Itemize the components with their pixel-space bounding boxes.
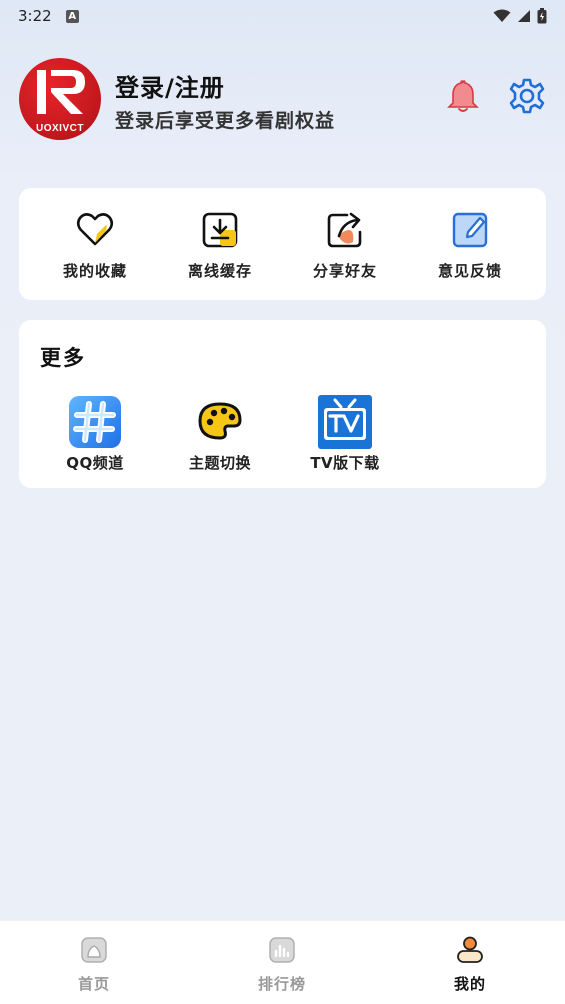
tv-icon	[318, 395, 372, 449]
heart-icon	[76, 213, 114, 246]
tv-download-label: TV版下载	[310, 454, 380, 472]
feedback-button[interactable]: 意见反馈	[415, 210, 525, 286]
share-icon	[327, 212, 362, 248]
share-friends-button[interactable]: 分享好友	[290, 210, 400, 286]
brand-logo-icon	[37, 70, 85, 114]
qq-channel-icon	[69, 396, 121, 448]
theme-switch-button[interactable]: 主题切换	[165, 394, 275, 473]
home-icon	[81, 937, 107, 963]
feedback-icon	[452, 212, 488, 248]
avatar-brand-text: UOXIVCT	[36, 123, 84, 134]
qq-channel-button[interactable]: QQ频道	[40, 394, 150, 473]
more-card: 更多 QQ频道 主题切换 TV版下载	[19, 320, 546, 488]
profile-header: UOXIVCT 登录/注册 登录后享受更多看剧权益	[19, 58, 546, 142]
nav-profile-label: 我的	[453, 975, 486, 993]
bell-icon[interactable]	[447, 80, 479, 114]
wifi-icon	[493, 9, 511, 22]
avatar[interactable]: UOXIVCT	[19, 58, 101, 140]
battery-icon	[537, 8, 547, 24]
notification-icon: A	[65, 9, 79, 23]
nav-home-label: 首页	[77, 975, 110, 993]
status-left: 3:22 A	[18, 7, 79, 25]
feedback-label: 意见反馈	[437, 262, 502, 280]
share-friends-label: 分享好友	[312, 262, 377, 280]
offline-cache-button[interactable]: 离线缓存	[165, 210, 275, 286]
login-title[interactable]: 登录/注册	[115, 68, 225, 103]
offline-cache-label: 离线缓存	[187, 262, 252, 280]
status-bar: 3:22 A	[0, 0, 565, 32]
palette-icon	[198, 402, 242, 440]
favorites-button[interactable]: 我的收藏	[40, 210, 150, 286]
login-subtitle: 登录后享受更多看剧权益	[115, 110, 336, 132]
quick-actions-card: 我的收藏 离线缓存 分享好友 意见反馈	[19, 188, 546, 300]
nav-ranking-label: 排行榜	[257, 975, 306, 993]
download-icon	[202, 212, 238, 248]
nav-ranking[interactable]: 排行榜	[232, 935, 332, 994]
ranking-icon	[269, 937, 295, 963]
bottom-nav: 首页 排行榜 我的	[0, 920, 565, 1004]
favorites-label: 我的收藏	[62, 262, 127, 280]
gear-icon[interactable]	[509, 78, 545, 114]
signal-icon	[518, 10, 530, 22]
nav-profile[interactable]: 我的	[420, 935, 520, 994]
profile-icon	[457, 936, 483, 963]
theme-switch-label: 主题切换	[188, 454, 251, 472]
nav-home[interactable]: 首页	[44, 935, 144, 994]
more-title: 更多	[40, 346, 86, 370]
status-time: 3:22	[18, 7, 52, 25]
tv-download-button[interactable]: TV版下载	[290, 394, 400, 473]
qq-channel-label: QQ频道	[66, 454, 124, 472]
status-right	[493, 8, 547, 24]
